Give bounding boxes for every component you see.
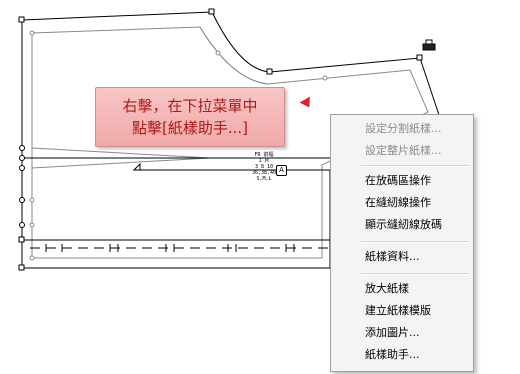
menu-separator bbox=[361, 241, 469, 243]
menu-item-add-image[interactable]: 添加圖片... bbox=[365, 323, 420, 343]
menu-item-set-split-pattern: 設定分割紙樣... bbox=[365, 122, 442, 135]
menu-item-set-whole-pattern: 設定整片紙樣... bbox=[365, 144, 442, 157]
annotation-line-2: 點擊[紙樣助手...] bbox=[131, 119, 248, 137]
annotation-line-1: 右擊，在下拉菜單中 bbox=[122, 97, 258, 115]
annotation-callout: 右擊，在下拉菜單中 點擊[紙樣助手...] bbox=[95, 87, 285, 147]
menu-item-grade-area-operation[interactable]: 在放碼區操作 bbox=[365, 171, 431, 191]
pattern-label: S,M,L bbox=[256, 176, 272, 182]
menu-separator bbox=[361, 273, 469, 275]
pattern-icon bbox=[422, 39, 436, 51]
menu-separator bbox=[361, 165, 469, 167]
menu-item-pattern-info[interactable]: 紙樣資料... bbox=[365, 247, 420, 267]
context-menu: 設定分割紙樣... 設定整片紙樣... 在放碼區操作 在縫紉線操作 顯示縫紉線放… bbox=[330, 114, 474, 372]
anchor-label-box[interactable]: A bbox=[276, 165, 287, 176]
menu-item-pattern-assistant[interactable]: 紙樣助手... bbox=[365, 345, 420, 365]
anchor-label: A bbox=[279, 166, 284, 174]
menu-item-enlarge-pattern[interactable]: 放大紙樣 bbox=[365, 279, 409, 299]
menu-item-create-pattern-template[interactable]: 建立紙樣模版 bbox=[365, 301, 431, 321]
menu-item-show-seam-grading[interactable]: 顯示縫紉線放碼 bbox=[365, 215, 442, 235]
menu-item-seam-line-operation[interactable]: 在縫紉線操作 bbox=[365, 193, 431, 213]
